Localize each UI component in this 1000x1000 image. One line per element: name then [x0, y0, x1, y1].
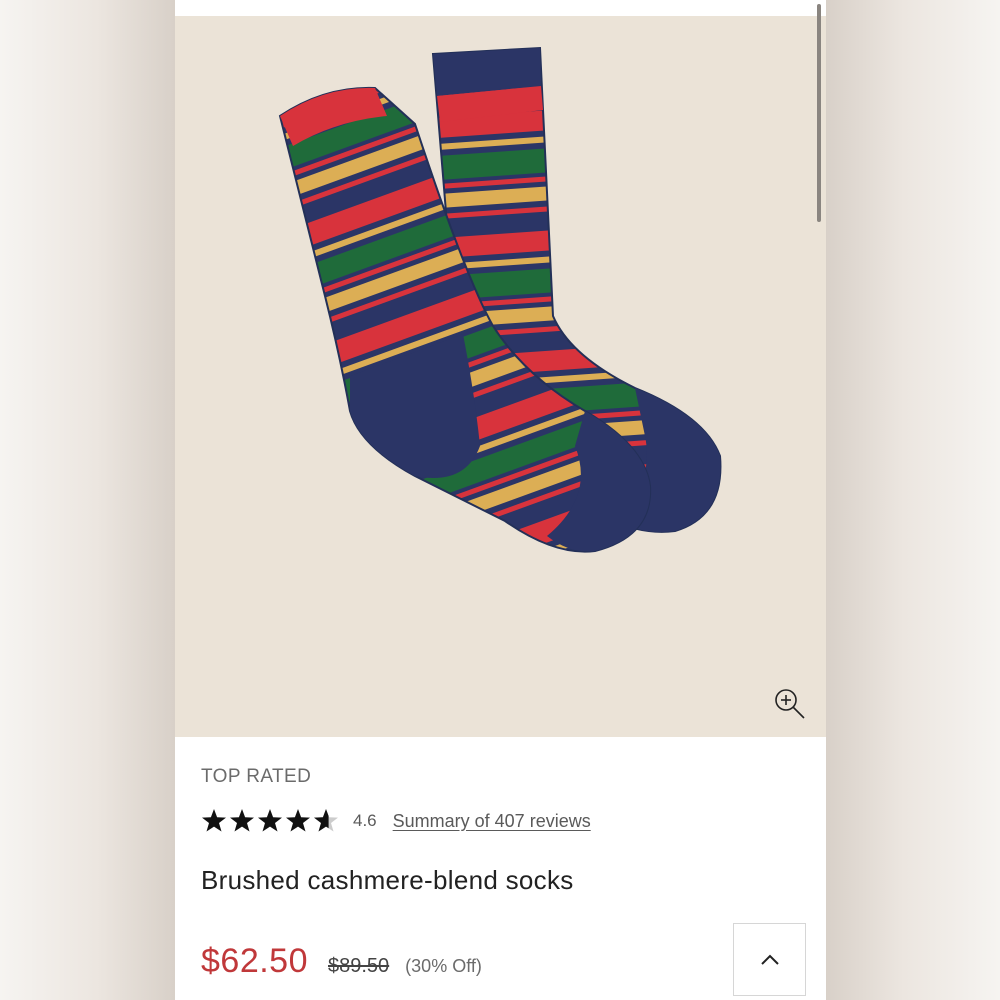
reviews-summary-link[interactable]: Summary of 407 reviews	[393, 811, 591, 832]
product-image[interactable]	[175, 16, 826, 737]
zoom-in-icon	[775, 689, 805, 719]
product-title: Brushed cashmere-blend socks	[201, 865, 574, 895]
zoom-button[interactable]	[770, 684, 810, 724]
star-rating[interactable]	[201, 808, 341, 834]
price-row: $62.50 $89.50 (30% Off)	[201, 942, 482, 981]
scrollbar[interactable]	[817, 4, 821, 222]
blurred-backdrop-right	[825, 0, 1000, 1000]
socks-illustration	[278, 46, 722, 553]
star-icon	[202, 809, 226, 832]
blurred-backdrop-left	[0, 0, 175, 1000]
star-icon	[258, 809, 282, 832]
top-rated-badge: TOP RATED	[201, 766, 312, 787]
chevron-up-icon	[760, 954, 779, 965]
back-to-top-button[interactable]	[733, 923, 806, 996]
discount-label: (30% Off)	[405, 956, 482, 976]
rating-row: 4.6 Summary of 407 reviews	[201, 806, 591, 836]
sale-price: $62.50	[201, 942, 308, 980]
stars-icon	[202, 809, 338, 832]
star-icon	[230, 809, 254, 832]
star-icon	[286, 809, 310, 832]
original-price: $89.50	[328, 955, 390, 977]
product-page: TOP RATED 4.6 Summary of 407 reviews Bru…	[175, 0, 826, 1000]
rating-value: 4.6	[353, 811, 377, 830]
